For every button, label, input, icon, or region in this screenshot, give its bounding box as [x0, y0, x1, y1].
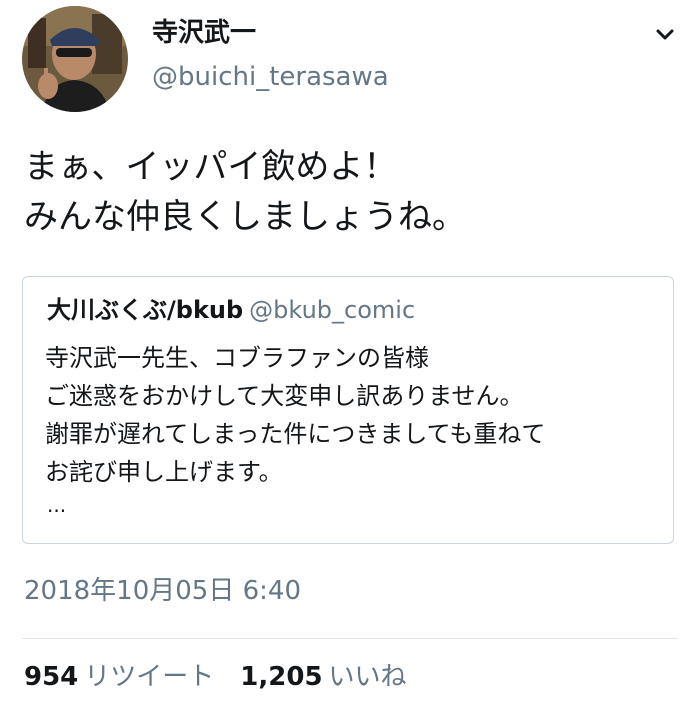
- quoted-text-line: 寺沢武一先生、コブラファンの皆様: [45, 344, 429, 372]
- quoted-text-line: 謝罪が遅れてしまった件につきましても重ねて: [45, 420, 546, 448]
- likes-label: いいね: [328, 662, 407, 692]
- quoted-tweet-card[interactable]: 大川ぶくぶ/bkub @bkub_comic 寺沢武一先生、コブラファンの皆様 ご…: [22, 276, 674, 544]
- tweet-text: まぁ、イッパイ飲めよ！ みんな仲良くしましょうね。: [24, 142, 674, 242]
- tweet-text-line: みんな仲良くしましょうね。: [24, 197, 466, 237]
- author-handle[interactable]: @buichi_terasawa: [152, 62, 389, 92]
- chevron-down-icon[interactable]: [652, 22, 678, 48]
- avatar[interactable]: [22, 6, 128, 112]
- retweets-stat[interactable]: 954 リツイート: [24, 662, 214, 692]
- tweet-stats: 954 リツイート 1,205 いいね: [24, 662, 407, 692]
- quoted-text-line: お詫び申し上げます。: [45, 458, 283, 486]
- tweet: 寺沢武一 @buichi_terasawa まぁ、イッパイ飲めよ！ みんな仲良く…: [0, 0, 700, 703]
- avatar-image: [22, 6, 128, 112]
- retweets-count: 954: [24, 662, 79, 692]
- tweet-text-line: まぁ、イッパイ飲めよ！: [24, 147, 398, 187]
- tweet-timestamp[interactable]: 2018年10月05日 6:40: [24, 576, 301, 606]
- divider: [22, 638, 678, 639]
- quoted-text-line: ご迷惑をおかけして大変申し訳ありません。: [45, 382, 524, 410]
- quoted-author-display-name: 大川ぶくぶ/bkub: [47, 296, 244, 324]
- quoted-tweet-ellipsis: ...: [47, 493, 67, 517]
- quoted-tweet-header: 大川ぶくぶ/bkub @bkub_comic: [47, 295, 415, 328]
- quoted-author-handle: @bkub_comic: [249, 296, 416, 324]
- retweets-label: リツイート: [84, 662, 215, 692]
- quoted-tweet-text: 寺沢武一先生、コブラファンの皆様 ご迷惑をおかけして大変申し訳ありません。 謝罪…: [45, 339, 655, 491]
- author-display-name[interactable]: 寺沢武一: [152, 18, 256, 48]
- likes-count: 1,205: [240, 662, 323, 692]
- likes-stat[interactable]: 1,205 いいね: [240, 662, 406, 692]
